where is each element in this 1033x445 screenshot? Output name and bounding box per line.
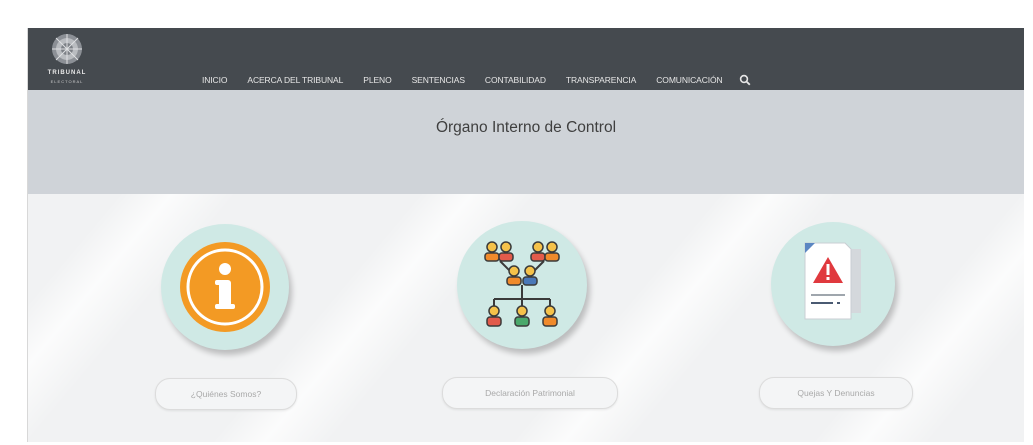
nav-transparencia[interactable]: TRANSPARENCIA <box>566 75 636 85</box>
nav-contabilidad[interactable]: CONTABILIDAD <box>485 75 546 85</box>
org-chart-icon <box>484 241 560 327</box>
search-icon[interactable] <box>739 74 751 86</box>
logo-title: TRIBUNAL <box>47 70 87 76</box>
seal-icon <box>52 34 82 64</box>
top-navigation-bar: TRIBUNAL ELECTORAL INICIO ACERCA DEL TRI… <box>28 28 1024 90</box>
info-card-circle[interactable] <box>161 224 289 350</box>
section-cards: ¿Quiénes Somos? Declaración Patrimonial … <box>28 194 1024 442</box>
main-nav: INICIO ACERCA DEL TRIBUNAL PLENO SENTENC… <box>202 73 751 87</box>
page-title: Órgano Interno de Control <box>435 119 617 136</box>
info-icon <box>180 242 270 332</box>
nav-inicio[interactable]: INICIO <box>202 75 227 85</box>
declaracion-patrimonial-button[interactable]: Declaración Patrimonial <box>442 377 618 409</box>
quejas-y-denuncias-button[interactable]: Quejas Y Denuncias <box>759 377 913 409</box>
page-header: Órgano Interno de Control <box>28 90 1024 194</box>
nav-comunicacion[interactable]: COMUNICACIÓN <box>656 75 722 85</box>
logo-subtitle: ELECTORAL <box>50 79 84 84</box>
nav-acerca-del-tribunal[interactable]: ACERCA DEL TRIBUNAL <box>247 75 343 85</box>
quienes-somos-button[interactable]: ¿Quiénes Somos? <box>155 378 297 410</box>
org-chart-card-circle[interactable] <box>457 221 587 349</box>
nav-sentencias[interactable]: SENTENCIAS <box>412 75 465 85</box>
complaints-card-circle[interactable] <box>771 222 895 346</box>
nav-pleno[interactable]: PLENO <box>363 75 391 85</box>
browser-viewport: TRIBUNAL ELECTORAL INICIO ACERCA DEL TRI… <box>27 28 1024 442</box>
warning-document-icon <box>804 242 861 320</box>
tribunal-logo[interactable]: TRIBUNAL ELECTORAL <box>38 30 96 88</box>
